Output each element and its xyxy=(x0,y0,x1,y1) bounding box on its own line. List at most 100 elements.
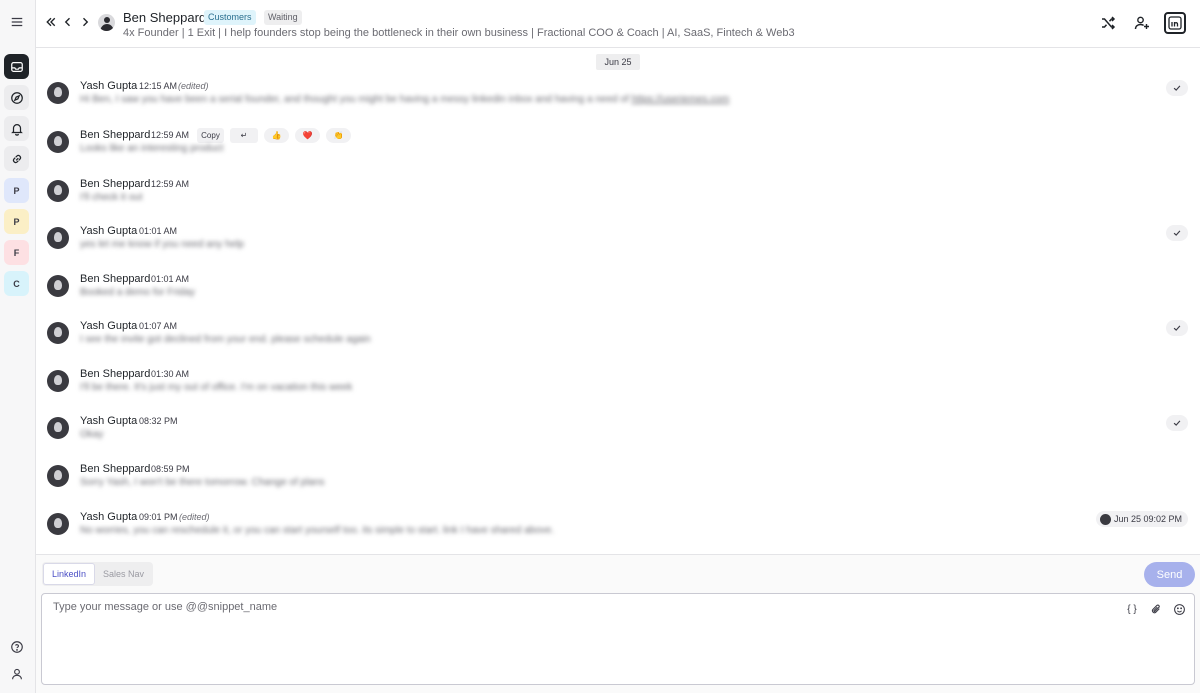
message-time: 01:01 AM xyxy=(139,226,178,236)
compass-icon[interactable] xyxy=(4,85,29,110)
send-button[interactable]: Send xyxy=(1144,562,1195,587)
chevron-right-icon[interactable] xyxy=(78,13,92,31)
tab-sales-nav[interactable]: Sales Nav xyxy=(95,563,152,585)
message-item: Yash Gupta 01:01 AM yes let me know if y… xyxy=(36,225,1200,265)
sender-name: Yash Gupta xyxy=(80,80,138,92)
channel-tabs: LinkedIn Sales Nav xyxy=(42,562,154,586)
message-item: Yash Gupta 01:07 AM I see the invite got… xyxy=(36,320,1200,360)
message-link[interactable]: https://useriemes.com xyxy=(631,94,729,105)
seen-indicator: Jun 25 09:02 PM xyxy=(1095,511,1188,527)
reply-button[interactable]: ↵ xyxy=(230,128,258,143)
copy-button[interactable]: Copy xyxy=(197,128,224,143)
help-icon[interactable] xyxy=(4,634,29,659)
edited-label: (edited) xyxy=(178,81,209,91)
seen-avatar xyxy=(1099,513,1111,525)
message-text: Okay xyxy=(80,429,104,440)
message-item: Ben Sheppard 12:59 AM I'll check it out xyxy=(36,178,1200,218)
tag-customers[interactable]: Customers xyxy=(204,10,256,25)
bell-icon[interactable] xyxy=(4,116,29,141)
message-time: 08:59 PM xyxy=(151,464,190,474)
avatar[interactable] xyxy=(47,227,69,249)
message-input[interactable]: Type your message or use @@snippet_name … xyxy=(41,593,1195,685)
sender-name: Yash Gupta xyxy=(80,415,138,427)
message-time: 01:30 AM xyxy=(151,369,190,379)
message-item: Ben Sheppard 01:30 AM I'll be there. It'… xyxy=(36,368,1200,408)
workspace-c[interactable]: C xyxy=(4,271,29,296)
reaction-heart[interactable]: ❤️ xyxy=(295,128,320,143)
workspace-p1[interactable]: P xyxy=(4,178,29,203)
sender-name: Ben Sheppard xyxy=(80,129,151,141)
user-icon[interactable] xyxy=(4,661,29,686)
avatar[interactable] xyxy=(47,370,69,392)
message-time: 09:01 PM xyxy=(139,512,178,522)
message-text: Sorry Yash, I won't be there tomorrow. C… xyxy=(80,477,325,488)
avatar[interactable] xyxy=(47,82,69,104)
contact-headline: 4x Founder | 1 Exit | I help founders st… xyxy=(123,27,795,39)
sender-name: Ben Sheppard xyxy=(80,273,151,285)
double-chevron-left-icon[interactable] xyxy=(44,13,58,31)
message-text: I'll be there. It's just my out of offic… xyxy=(80,382,353,393)
avatar[interactable] xyxy=(47,465,69,487)
inbox-icon[interactable] xyxy=(4,54,29,79)
message-item: Ben Sheppard 12:59 AM Copy ↵ 👍 ❤️ 👏 Look… xyxy=(36,128,1200,169)
check-icon xyxy=(1166,415,1188,431)
reaction-thumbs-up[interactable]: 👍 xyxy=(264,128,289,143)
workspace-letter: P xyxy=(13,185,20,196)
contact-avatar[interactable] xyxy=(98,14,115,31)
avatar[interactable] xyxy=(47,417,69,439)
message-item: Ben Sheppard 01:01 AM Booked a demo for … xyxy=(36,273,1200,313)
seen-timestamp: Jun 25 09:02 PM xyxy=(1113,514,1182,524)
add-user-icon[interactable] xyxy=(1131,12,1153,34)
message-item: Yash Gupta 12:15 AM (edited) Hi Ben, I s… xyxy=(36,80,1200,120)
workspace-letter: P xyxy=(13,216,20,227)
workspace-letter: C xyxy=(13,278,20,289)
message-time: 01:01 AM xyxy=(151,274,190,284)
conversation-header: Ben Sheppard Customers Waiting 4x Founde… xyxy=(36,0,1200,48)
contact-name[interactable]: Ben Sheppard xyxy=(123,10,206,25)
emoji-icon[interactable] xyxy=(1172,602,1186,616)
workspace-p2[interactable]: P xyxy=(4,209,29,234)
avatar[interactable] xyxy=(47,131,69,153)
message-time: 01:07 AM xyxy=(139,321,178,331)
chevron-left-icon[interactable] xyxy=(61,13,75,31)
tag-waiting[interactable]: Waiting xyxy=(264,10,302,25)
shuffle-icon[interactable] xyxy=(1097,12,1119,34)
date-divider: Jun 25 xyxy=(596,54,640,70)
sender-name: Ben Sheppard xyxy=(80,178,151,190)
message-text: yes let me know if you need any help xyxy=(80,239,244,250)
message-text: I see the invite got declined from your … xyxy=(80,334,371,345)
paperclip-icon[interactable] xyxy=(1149,602,1163,616)
message-text: I'll check it out xyxy=(80,192,143,203)
check-icon xyxy=(1166,80,1188,96)
sender-name: Yash Gupta xyxy=(80,225,138,237)
left-rail: P P F C xyxy=(0,0,36,693)
check-icon xyxy=(1166,320,1188,336)
reaction-clap[interactable]: 👏 xyxy=(326,128,351,143)
avatar[interactable] xyxy=(47,275,69,297)
message-placeholder: Type your message or use @@snippet_name xyxy=(53,601,278,613)
workspace-letter: F xyxy=(13,247,20,258)
message-time: 12:15 AM xyxy=(139,81,178,91)
message-item: Yash Gupta 08:32 PM Okay xyxy=(36,415,1200,455)
sender-name: Yash Gupta xyxy=(80,511,138,523)
composer: LinkedIn Sales Nav Send Type your messag… xyxy=(36,554,1200,693)
sender-name: Ben Sheppard xyxy=(80,463,151,475)
avatar[interactable] xyxy=(47,322,69,344)
message-text: No worries, you can reschedule it, or yo… xyxy=(80,525,555,536)
link-icon[interactable] xyxy=(4,146,29,171)
linkedin-icon[interactable] xyxy=(1164,12,1186,34)
snippet-braces-icon[interactable]: { } xyxy=(1125,602,1139,616)
message-time: 08:32 PM xyxy=(139,416,178,426)
sender-name: Yash Gupta xyxy=(80,320,138,332)
avatar[interactable] xyxy=(47,513,69,535)
workspace-f[interactable]: F xyxy=(4,240,29,265)
tab-linkedin[interactable]: LinkedIn xyxy=(43,563,96,585)
message-thread[interactable]: Jun 25 Yash Gupta 12:15 AM (edited) Hi B… xyxy=(36,49,1200,554)
message-text: Booked a demo for Friday xyxy=(80,287,196,298)
avatar[interactable] xyxy=(47,180,69,202)
edited-label: (edited) xyxy=(179,512,210,522)
menu-icon[interactable] xyxy=(5,12,29,32)
message-text: Looks like an interesting product xyxy=(80,143,224,154)
message-text: Hi Ben, I saw you have been a serial fou… xyxy=(80,94,730,105)
sender-name: Ben Sheppard xyxy=(80,368,151,380)
